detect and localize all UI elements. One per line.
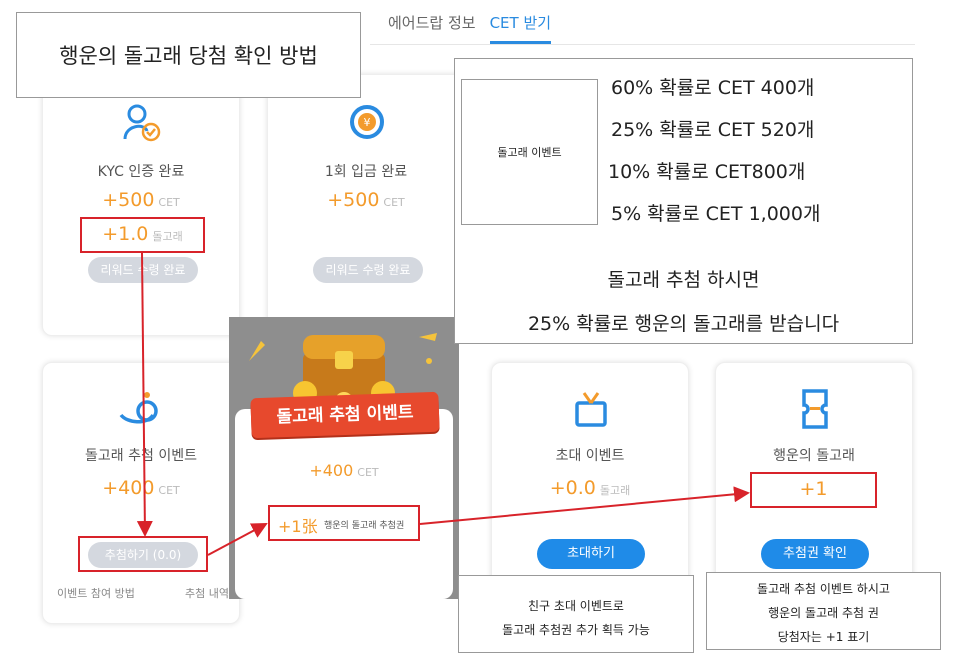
- arrow-ticket-to-lucky: [419, 486, 750, 525]
- arrow-kyc-to-draw: [136, 252, 153, 537]
- annotation-arrows: [136, 252, 750, 556]
- arrow-draw-to-ticket: [207, 523, 268, 556]
